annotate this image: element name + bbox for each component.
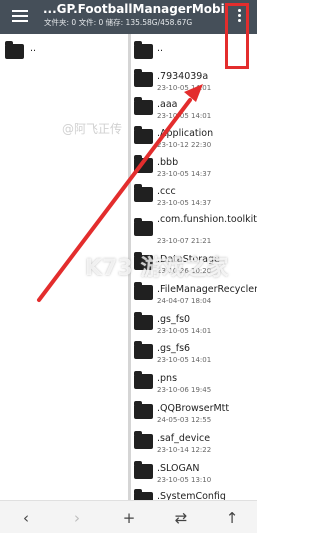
screen: ...GP.FootballManagerMobile/ 文件夹: 0 文件: … (0, 0, 257, 533)
highlight-box (225, 3, 249, 69)
annotation-arrow (37, 84, 203, 302)
